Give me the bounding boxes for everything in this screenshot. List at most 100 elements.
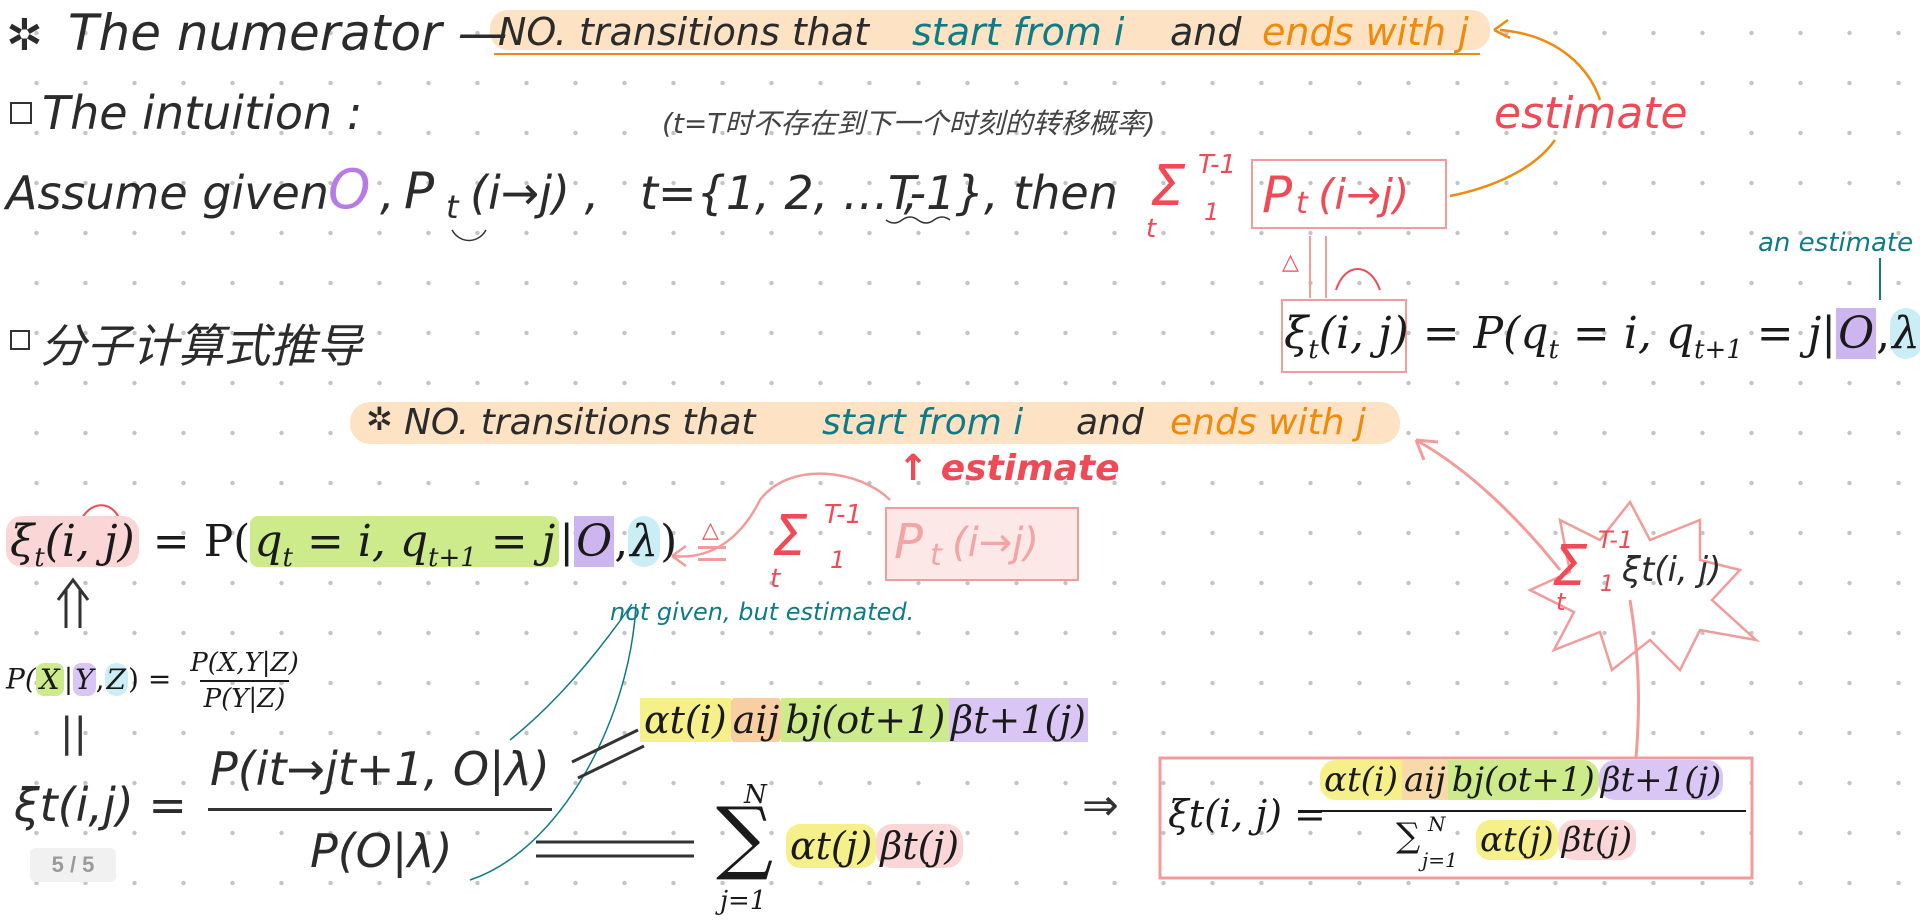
sum-top-lower-1: 1 [1204,198,1220,226]
heading-start-from: start from i [912,10,1125,54]
sum-top-sigma: Σ [1150,154,1186,219]
xi-frac-den: P(O|λ) [310,824,453,878]
assume-t-set: t={1, 2, … , [640,166,919,220]
left-q1-sub: t+1 [428,542,477,573]
bayes-rule: P(X |Y,Z) = P(X,Y|Z) P(Y|Z) [6,648,303,714]
xi-frac-num: P(it→jt+1, O|λ) [210,742,550,796]
sub-ends-with: ends with j [1170,402,1366,443]
final-num-beta: βt+1(j) [1598,760,1724,800]
equals-vertical: || [60,710,87,756]
xi-symbol: ξ [1284,308,1309,359]
assume-t-last: T-1} [888,166,985,220]
bayes-Y: Y [73,662,96,696]
xi-end: = j| [1742,308,1837,359]
sum-top-term-sub: t [1296,186,1308,221]
final-den-upper: N [1428,812,1446,836]
bayes-Z: Z [104,662,128,696]
assume-O: O [328,158,371,221]
def-marker-top: △ [1282,250,1299,275]
sub-start-from: start from i [822,402,1024,443]
assume-comma: , [380,166,395,220]
left-xi-symbol: ξ [10,516,35,567]
middle-lower-1: 1 [830,546,846,574]
left-O: O [574,516,615,567]
middle-term-arg: (i→j) [952,520,1039,566]
def-line-b [698,558,726,561]
xi-frac-lhs: ξt(i,j) = [14,778,187,832]
xi-sub: t [1308,334,1319,365]
heading-ends-with: ends with j [1262,10,1469,54]
sub-text-a: NO. transitions that [404,402,756,443]
left-lambda: λ [628,516,661,567]
def-line-a [698,546,726,549]
left-xi-eq: ξt(i, j) = P(qt = i, qt+1 = j|O,λ) [6,516,677,573]
implies-up-head [56,577,90,601]
heading-prefix: The numerator — [68,4,508,62]
burst-term: ξt(i, j) [1622,550,1722,590]
left-bar: | [559,516,575,567]
final-num-a: aij [1402,760,1448,800]
burst-to-final [1628,599,1640,759]
middle-upper: T-1 [824,500,863,530]
heading-and: and [1170,10,1242,54]
left-qt-sub: t [282,542,293,573]
not-given-note: not given, but estimated. [610,598,915,626]
estimate-arrow-label: ↑ estimate [898,448,1120,489]
note-canvas: ✲ The numerator — NO. transitions that s… [0,0,1920,924]
num-alpha: αt(i) [640,698,731,742]
def-marker-middle: △ [702,518,719,543]
heading-text-a: NO. transitions that [498,10,870,54]
burst-lower-1: 1 [1600,572,1614,597]
estimate-link-curve [1449,139,1557,198]
xi-args: (i, j) = P(q [1318,308,1549,359]
assume-P-sub: t [446,188,459,226]
xi-mid: = i, q [1558,308,1694,359]
xi-comma: , [1876,308,1891,359]
sum-top-term: P [1262,166,1293,224]
num-b: bj(ot+1) [781,698,950,742]
xi-lambda: λ [1890,308,1920,359]
estimate-label: estimate [1494,88,1688,139]
assume-P-arg: (i→j) , [470,166,600,220]
sub-and: and [1076,402,1144,443]
an-estimate-label: an estimate [1758,228,1914,258]
t-underline [451,229,487,242]
final-num-alpha: αt(i) [1320,760,1403,800]
den-sum-terms: αt(j) βt(j) [786,824,964,868]
left-close: ) [660,516,678,567]
chinese-note: (t=T时不存在到下一个时刻的转移概率) [662,107,1156,140]
left-q-end: = j [476,516,556,567]
xi-definition: ξt(i, j) = P(qt = i, qt+1 = j|O,λ) [1284,308,1920,365]
bayes-close: ) = [128,662,172,696]
den-beta: βt(j) [876,824,964,868]
implies-arrow: ⇒ [1082,780,1119,831]
assume-then: , then [984,166,1118,220]
equals-slant-b [577,744,645,780]
intuition-label: The intuition : [42,86,363,140]
num-a: aij [730,698,782,742]
assume-P: P [404,162,435,220]
burst-arrow [1415,438,1562,571]
final-den-beta: βt(j) [1557,820,1637,860]
middle-lower-t: t [770,564,781,594]
middle-sigma: Σ [772,504,808,569]
bayes-bar: | [63,662,74,696]
final-numerator: αt(i) aij bj(ot+1) βt+1(j) [1320,760,1724,800]
numerator-product: αt(i) aij bj(ot+1) βt+1(j) [640,698,1088,742]
derivation-label: 分子计算式推导 [40,319,362,373]
left-q-mid: = i, q [292,516,429,567]
final-den-lower: j=1 [1422,848,1458,872]
bayes-num: P(X,Y|Z) [190,648,299,678]
middle-term-sub: t [930,538,942,573]
left-xi-args: (i, j) [44,516,135,567]
checkbox-derivation [10,330,30,350]
checkbox-intuition [10,102,32,124]
den-alpha: αt(j) [786,824,877,868]
bayes-lhs: P( [6,662,36,696]
left-q: q [254,516,283,567]
page-indicator[interactable]: 5 / 5 [30,848,116,882]
final-denominator: αt(j) βt(j) [1476,820,1637,860]
final-lhs: ξt(i, j) = [1168,792,1326,836]
sum-top-lower-t: t [1146,214,1157,244]
burst-lower-t: t [1556,588,1566,616]
